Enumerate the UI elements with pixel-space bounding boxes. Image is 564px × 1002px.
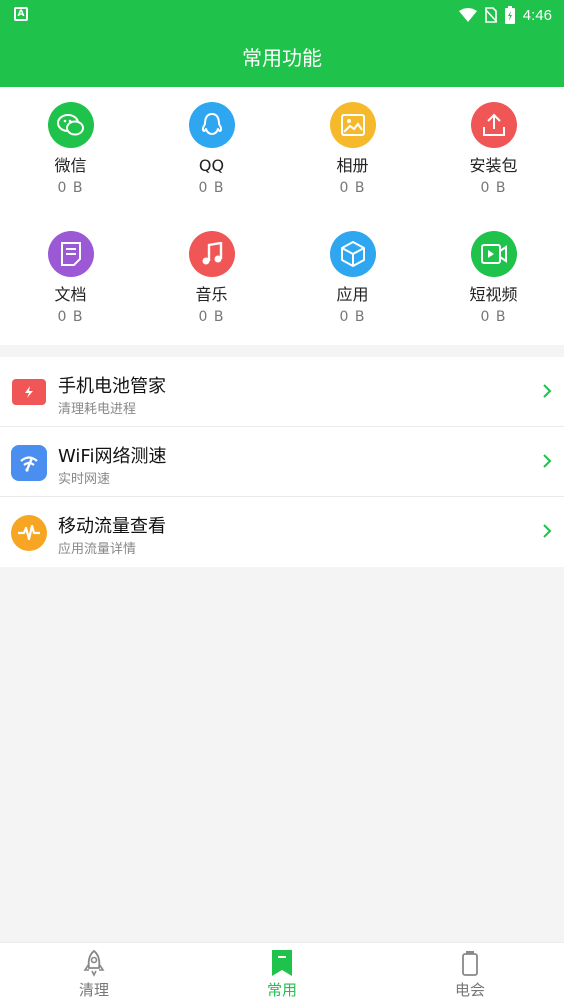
page-title: 常用功能 (0, 30, 564, 87)
battery-status-icon (504, 6, 515, 24)
list-title: WiFi网络测速 (58, 446, 167, 467)
grid-item-packages[interactable]: 安装包 0 B (423, 87, 564, 207)
grid-size: 0 B (339, 309, 366, 325)
no-sim-icon (484, 7, 497, 23)
pulse-icon (11, 515, 47, 551)
list-subtitle: 实时网速 (58, 472, 111, 487)
grid-size: 0 B (339, 180, 366, 196)
nav-label: 清理 (78, 981, 109, 999)
list-item-wifi-speed[interactable]: WiFi网络测速 实时网速 (0, 427, 564, 497)
nav-tab-battery[interactable]: 电会 (376, 943, 564, 1002)
list-item-battery-manager[interactable]: 手机电池管家 清理耗电进程 (0, 357, 564, 427)
nav-tab-clean[interactable]: 清理 (0, 943, 188, 1002)
grid-item-music[interactable]: 音乐 0 B (141, 216, 282, 336)
battery-icon (12, 379, 46, 405)
grid-label: 短视频 (469, 285, 518, 304)
grid-item-apps[interactable]: 应用 0 B (282, 216, 423, 336)
grid-label: 相册 (336, 156, 369, 175)
upload-icon (470, 102, 517, 148)
feature-grid: 微信 0 B QQ 0 B 相册 0 B 安装包 0 B 文档 0 B 音乐 0 (0, 87, 564, 345)
video-icon (470, 231, 517, 277)
photo-icon (329, 102, 376, 148)
grid-label: 微信 (54, 156, 87, 175)
grid-size: 0 B (480, 309, 507, 325)
status-right: 4:46 (458, 5, 552, 25)
grid-label: 安装包 (469, 156, 518, 175)
bottom-nav: 清理 常用 电会 (0, 942, 564, 1002)
chevron-right-icon (543, 524, 552, 538)
list-title: 移动流量查看 (58, 516, 166, 537)
grid-item-short-video[interactable]: 短视频 0 B (423, 216, 564, 336)
grid-label: 应用 (336, 285, 369, 304)
grid-item-wechat[interactable]: 微信 0 B (0, 87, 141, 207)
nav-label: 电会 (454, 981, 485, 999)
grid-size: 0 B (57, 180, 84, 196)
wechat-icon (47, 102, 94, 148)
nav-tab-common[interactable]: 常用 (188, 943, 376, 1002)
status-bar: A 4:46 (0, 0, 564, 30)
grid-label: 文档 (54, 285, 87, 304)
grid-item-qq[interactable]: QQ 0 B (141, 87, 282, 207)
chevron-right-icon (543, 454, 552, 468)
rocket-icon (83, 949, 105, 977)
grid-size: 0 B (198, 309, 225, 325)
grid-item-album[interactable]: 相册 0 B (282, 87, 423, 207)
list-title: 手机电池管家 (58, 376, 166, 397)
grid-item-documents[interactable]: 文档 0 B (0, 216, 141, 336)
wifi-signal-icon (458, 8, 477, 22)
wifi-speed-icon (11, 445, 47, 481)
list-subtitle: 清理耗电进程 (58, 402, 137, 417)
app-notification-icon: A (14, 7, 28, 21)
music-icon (188, 231, 235, 277)
grid-size: 0 B (198, 180, 225, 196)
nav-label: 常用 (266, 981, 297, 999)
cube-icon (329, 231, 376, 277)
chevron-right-icon (543, 384, 552, 398)
grid-label: 音乐 (195, 285, 228, 304)
document-icon (47, 231, 94, 277)
grid-size: 0 B (480, 180, 507, 196)
tools-list: 手机电池管家 清理耗电进程 WiFi网络测速 实时网速 移动流量查看 应用流量详… (0, 357, 564, 567)
qq-icon (188, 102, 235, 148)
status-time: 4:46 (522, 6, 552, 24)
grid-label: QQ (198, 156, 225, 175)
list-subtitle: 应用流量详情 (58, 542, 137, 557)
bookmark-icon (272, 950, 292, 976)
list-item-data-usage[interactable]: 移动流量查看 应用流量详情 (0, 497, 564, 567)
grid-size: 0 B (57, 309, 84, 325)
battery-nav-icon (462, 951, 478, 976)
